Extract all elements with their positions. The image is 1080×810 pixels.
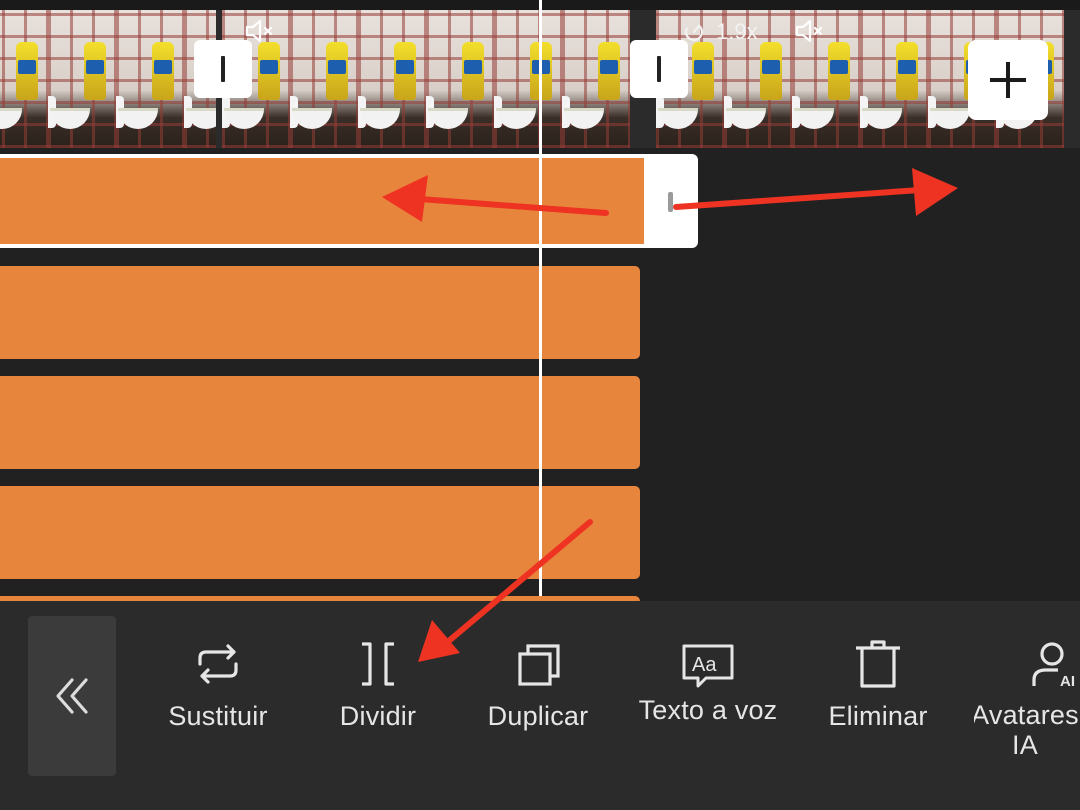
svg-text:Aa: Aa	[692, 654, 717, 676]
ai-avatar-icon: AI	[1032, 642, 1075, 688]
video-thumbnail	[860, 10, 928, 148]
video-thumbnail	[290, 10, 358, 148]
text-to-speech-button[interactable]: Aa Texto a voz	[628, 642, 788, 792]
annotation-arrow-right-head	[912, 168, 958, 216]
svg-text:AI: AI	[1060, 673, 1075, 688]
transition-handle[interactable]	[194, 40, 252, 98]
split-label: Dividir	[339, 701, 417, 731]
track-clip[interactable]	[0, 376, 640, 469]
video-thumbnail	[48, 10, 116, 148]
double-chevron-left-icon	[56, 678, 88, 714]
track-fill	[0, 158, 644, 244]
video-thumbnail	[358, 10, 426, 148]
ai-avatar-label: Avatares IA	[974, 700, 1079, 760]
delete-button[interactable]: Eliminar	[798, 640, 958, 790]
speaker-muted-icon[interactable]	[794, 18, 824, 44]
replace-icon	[198, 644, 238, 684]
selected-track-clip[interactable]	[0, 154, 698, 248]
annotation-arrow-right	[673, 187, 923, 210]
track-clip[interactable]	[0, 486, 640, 579]
ai-avatar-button[interactable]: AI Avatares IA	[974, 640, 1080, 790]
collapse-toolbar-button[interactable]	[28, 616, 116, 776]
trim-handle[interactable]	[668, 192, 673, 212]
replace-button[interactable]: Sustituir	[138, 640, 298, 790]
split-button[interactable]: Dividir	[298, 640, 458, 790]
video-clip-1[interactable]	[0, 10, 216, 148]
duplicate-icon	[518, 644, 560, 686]
track-clip[interactable]	[0, 266, 640, 359]
split-icon	[362, 642, 394, 686]
delete-label: Eliminar	[828, 701, 928, 731]
duplicate-label: Duplicar	[487, 701, 589, 731]
add-clip-button[interactable]	[968, 40, 1048, 120]
video-thumbnail	[562, 10, 630, 148]
video-thumbnail	[116, 10, 184, 148]
video-clip-2[interactable]	[222, 10, 650, 148]
text-to-speech-icon: Aa	[682, 644, 734, 688]
speed-dial-icon	[684, 22, 704, 42]
text-to-speech-label: Texto a voz	[638, 695, 778, 725]
duplicate-button[interactable]: Duplicar	[458, 640, 618, 790]
replace-label: Sustituir	[168, 701, 268, 731]
trash-icon	[856, 640, 900, 688]
speed-label: 1.9x	[716, 19, 758, 44]
playhead[interactable]	[539, 0, 542, 596]
video-thumbnail	[0, 10, 48, 148]
video-thumbnail	[426, 10, 494, 148]
transition-handle[interactable]	[630, 40, 688, 98]
speed-badge[interactable]: 1.9x	[684, 18, 758, 46]
video-thumbnail	[494, 10, 562, 148]
